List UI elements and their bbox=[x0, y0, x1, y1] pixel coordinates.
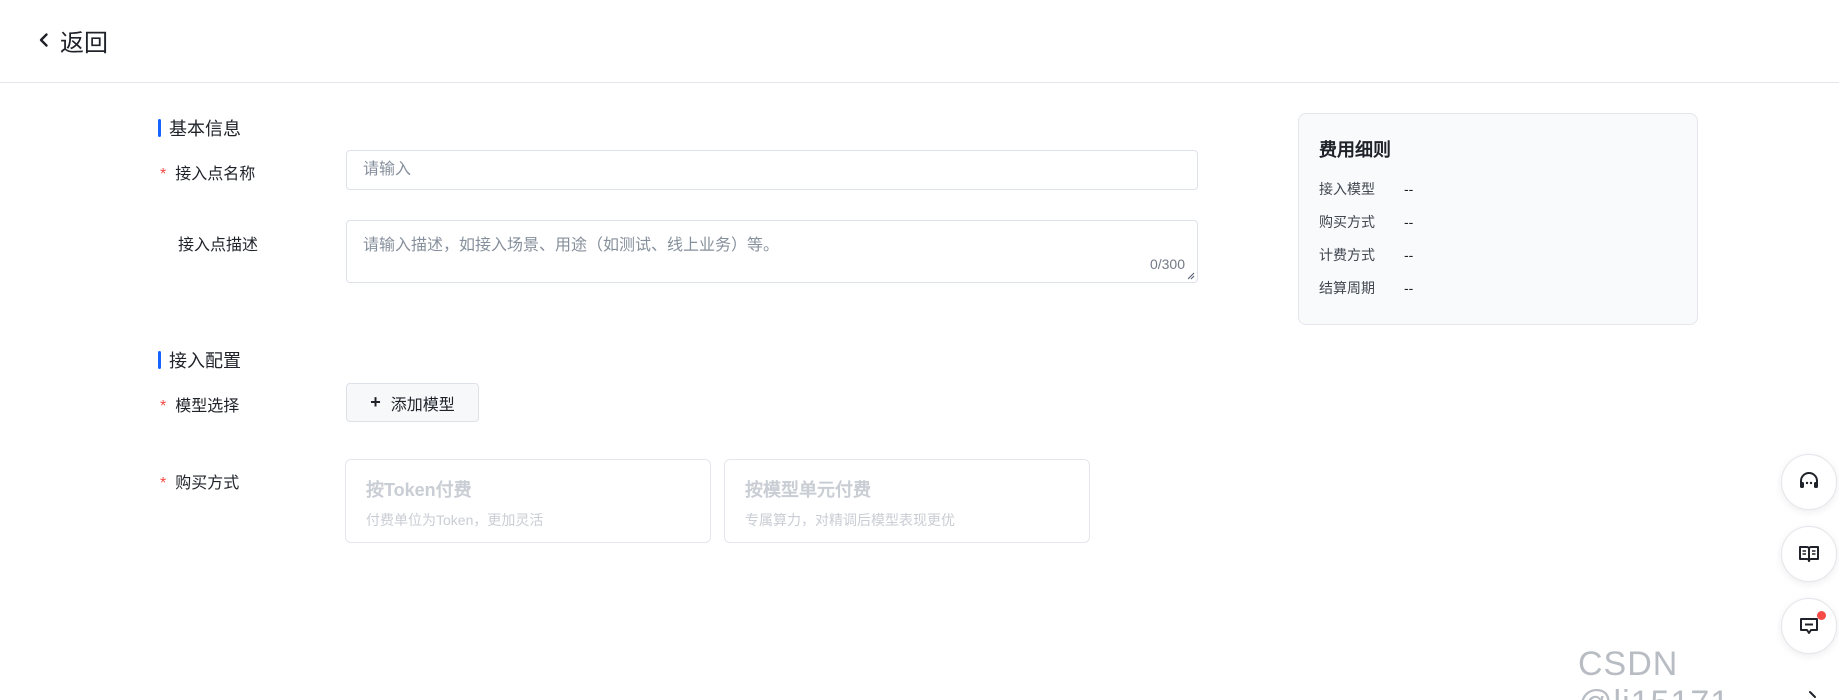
model-label: * 模型选择 bbox=[160, 392, 239, 416]
fee-row-key: 结算周期 bbox=[1319, 279, 1375, 296]
header: 返回 bbox=[0, 0, 1839, 83]
purchase-option-token[interactable]: 按Token付费 付费单位为Token，更加灵活 bbox=[345, 459, 711, 543]
fee-row: 接入模型 -- bbox=[1319, 172, 1677, 205]
purchase-option-title: 按Token付费 bbox=[366, 480, 472, 500]
name-label-text: 接入点名称 bbox=[175, 166, 256, 183]
resize-handle-icon[interactable] bbox=[1187, 272, 1195, 280]
plus-icon: + bbox=[370, 392, 381, 412]
fee-row: 购买方式 -- bbox=[1319, 205, 1677, 238]
chevron-left-icon bbox=[39, 33, 48, 47]
purchase-option-model-unit[interactable]: 按模型单元付费 专属算力，对精调后模型表现更优 bbox=[724, 459, 1090, 543]
book-icon bbox=[1799, 546, 1819, 562]
fee-row-value: -- bbox=[1404, 180, 1414, 197]
fee-row-key: 接入模型 bbox=[1319, 180, 1375, 197]
fee-row: 结算周期 -- bbox=[1319, 271, 1677, 304]
description-label: 接入点描述 bbox=[160, 231, 258, 255]
section-title-access: 接入配置 bbox=[158, 347, 241, 373]
section-title-basic: 基本信息 bbox=[158, 115, 241, 141]
docs-button[interactable] bbox=[1781, 526, 1837, 582]
back-button[interactable]: 返回 bbox=[36, 24, 108, 57]
description-textarea-wrap: 0/300 bbox=[346, 220, 1198, 283]
fee-panel-title: 费用细则 bbox=[1319, 140, 1391, 160]
fee-row-value: -- bbox=[1404, 279, 1414, 296]
watermark: CSDN @li15171 bbox=[1578, 645, 1729, 700]
purchase-label: * 购买方式 bbox=[160, 469, 239, 493]
section-accent-bar bbox=[158, 119, 161, 137]
name-label: * 接入点名称 bbox=[160, 160, 255, 184]
add-model-label: 添加模型 bbox=[390, 396, 455, 414]
fee-details-panel: 费用细则 接入模型 -- 购买方式 -- 计费方式 -- 结算周期 -- bbox=[1298, 113, 1698, 325]
endpoint-description-textarea[interactable] bbox=[347, 221, 1197, 282]
purchase-label-text: 购买方式 bbox=[175, 475, 240, 492]
purchase-option-title: 按模型单元付费 bbox=[745, 480, 871, 500]
purchase-option-desc: 专属算力，对精调后模型表现更优 bbox=[745, 512, 955, 528]
headset-icon bbox=[1800, 472, 1818, 488]
fee-row-value: -- bbox=[1404, 246, 1414, 263]
purchase-option-desc: 付费单位为Token，更加灵活 bbox=[366, 512, 544, 528]
section-accent-bar bbox=[158, 351, 161, 369]
fee-row-key: 计费方式 bbox=[1319, 246, 1375, 263]
add-model-button[interactable]: + 添加模型 bbox=[346, 383, 479, 422]
description-label-text: 接入点描述 bbox=[178, 237, 259, 254]
fee-row-key: 购买方式 bbox=[1319, 213, 1375, 230]
required-mark: * bbox=[160, 398, 167, 415]
page: 返回 基本信息 * 接入点名称 接入点描述 0/300 接入配置 * 模型选择 + … bbox=[0, 0, 1839, 700]
notification-dot bbox=[1817, 611, 1826, 620]
section-title-access-text: 接入配置 bbox=[169, 351, 241, 371]
support-button[interactable] bbox=[1781, 454, 1837, 510]
endpoint-name-input[interactable] bbox=[346, 150, 1198, 190]
section-title-basic-text: 基本信息 bbox=[169, 119, 241, 139]
fee-row-value: -- bbox=[1404, 213, 1414, 230]
model-label-text: 模型选择 bbox=[175, 398, 240, 415]
required-mark: * bbox=[160, 166, 167, 183]
fee-row: 计费方式 -- bbox=[1319, 238, 1677, 271]
required-mark: * bbox=[160, 475, 167, 492]
char-counter: 0/300 bbox=[1149, 256, 1185, 272]
back-label: 返回 bbox=[60, 29, 108, 57]
